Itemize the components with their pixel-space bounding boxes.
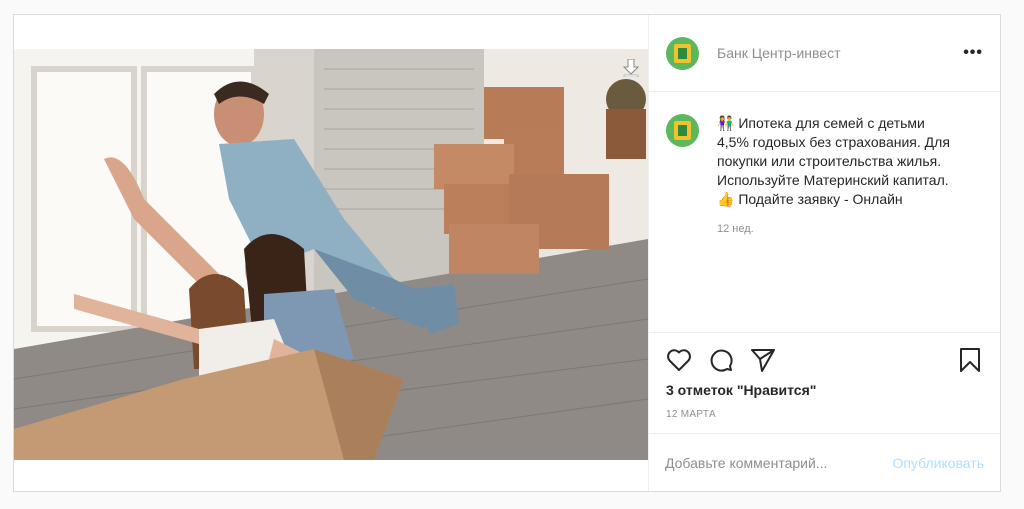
caption-line-2: 4,5% годовых без страхования. Для	[717, 134, 950, 150]
avatar[interactable]	[666, 36, 699, 70]
couple-emoji-icon: 👫	[717, 115, 735, 131]
comment-icon	[710, 349, 733, 372]
bookmark-icon	[960, 348, 980, 372]
more-horizontal-icon[interactable]: •••	[963, 44, 983, 62]
post-date[interactable]: 12 МАРТА	[666, 409, 716, 420]
bank-logo-icon	[674, 43, 691, 63]
caption-time-ago[interactable]: 12 нед.	[717, 223, 1000, 235]
username[interactable]: Банк Центр-инвест	[717, 45, 963, 61]
action-bar	[649, 345, 1000, 375]
save-button[interactable]	[956, 346, 984, 374]
post-side-panel: Банк Центр-инвест ••• 👫 Ипотека для семе…	[648, 15, 1000, 491]
publish-button[interactable]: Опубликовать	[892, 455, 984, 471]
caption-text: 👫 Ипотека для семей с детьми 4,5% годовы…	[717, 114, 979, 209]
caption-row: 👫 Ипотека для семей с детьми 4,5% годовы…	[649, 92, 1000, 209]
caption-line-1: 👫 Ипотека для семей с детьми	[717, 115, 925, 131]
thumbs-up-emoji-icon: 👍	[717, 191, 735, 207]
post-card: Банк Центр-инвест ••• 👫 Ипотека для семе…	[13, 14, 1001, 492]
caption-area: 👫 Ипотека для семей с детьми 4,5% годовы…	[649, 92, 1000, 333]
caption-line-3: покупки или строительства жилья.	[717, 153, 942, 169]
likes-count[interactable]: 3 отметок "Нравится"	[666, 382, 816, 398]
like-button[interactable]	[665, 346, 693, 374]
share-button[interactable]	[749, 346, 777, 374]
post-photo-area	[14, 15, 648, 491]
caption-line-4: Используйте Материнский капитал.	[717, 172, 949, 188]
download-icon[interactable]	[620, 57, 642, 79]
post-header: Банк Центр-инвест •••	[649, 15, 1000, 92]
paper-plane-icon	[751, 349, 775, 372]
comment-input[interactable]	[665, 454, 893, 471]
bank-logo-icon	[674, 121, 691, 140]
caption-line-5: 👍 Подайте заявку - Онлайн	[717, 191, 903, 207]
family-photo	[14, 49, 648, 460]
caption-avatar[interactable]	[666, 114, 699, 147]
heart-icon	[667, 349, 691, 371]
post-image[interactable]	[14, 49, 648, 460]
comment-bar: Опубликовать	[649, 433, 1000, 491]
comment-button[interactable]	[707, 346, 735, 374]
